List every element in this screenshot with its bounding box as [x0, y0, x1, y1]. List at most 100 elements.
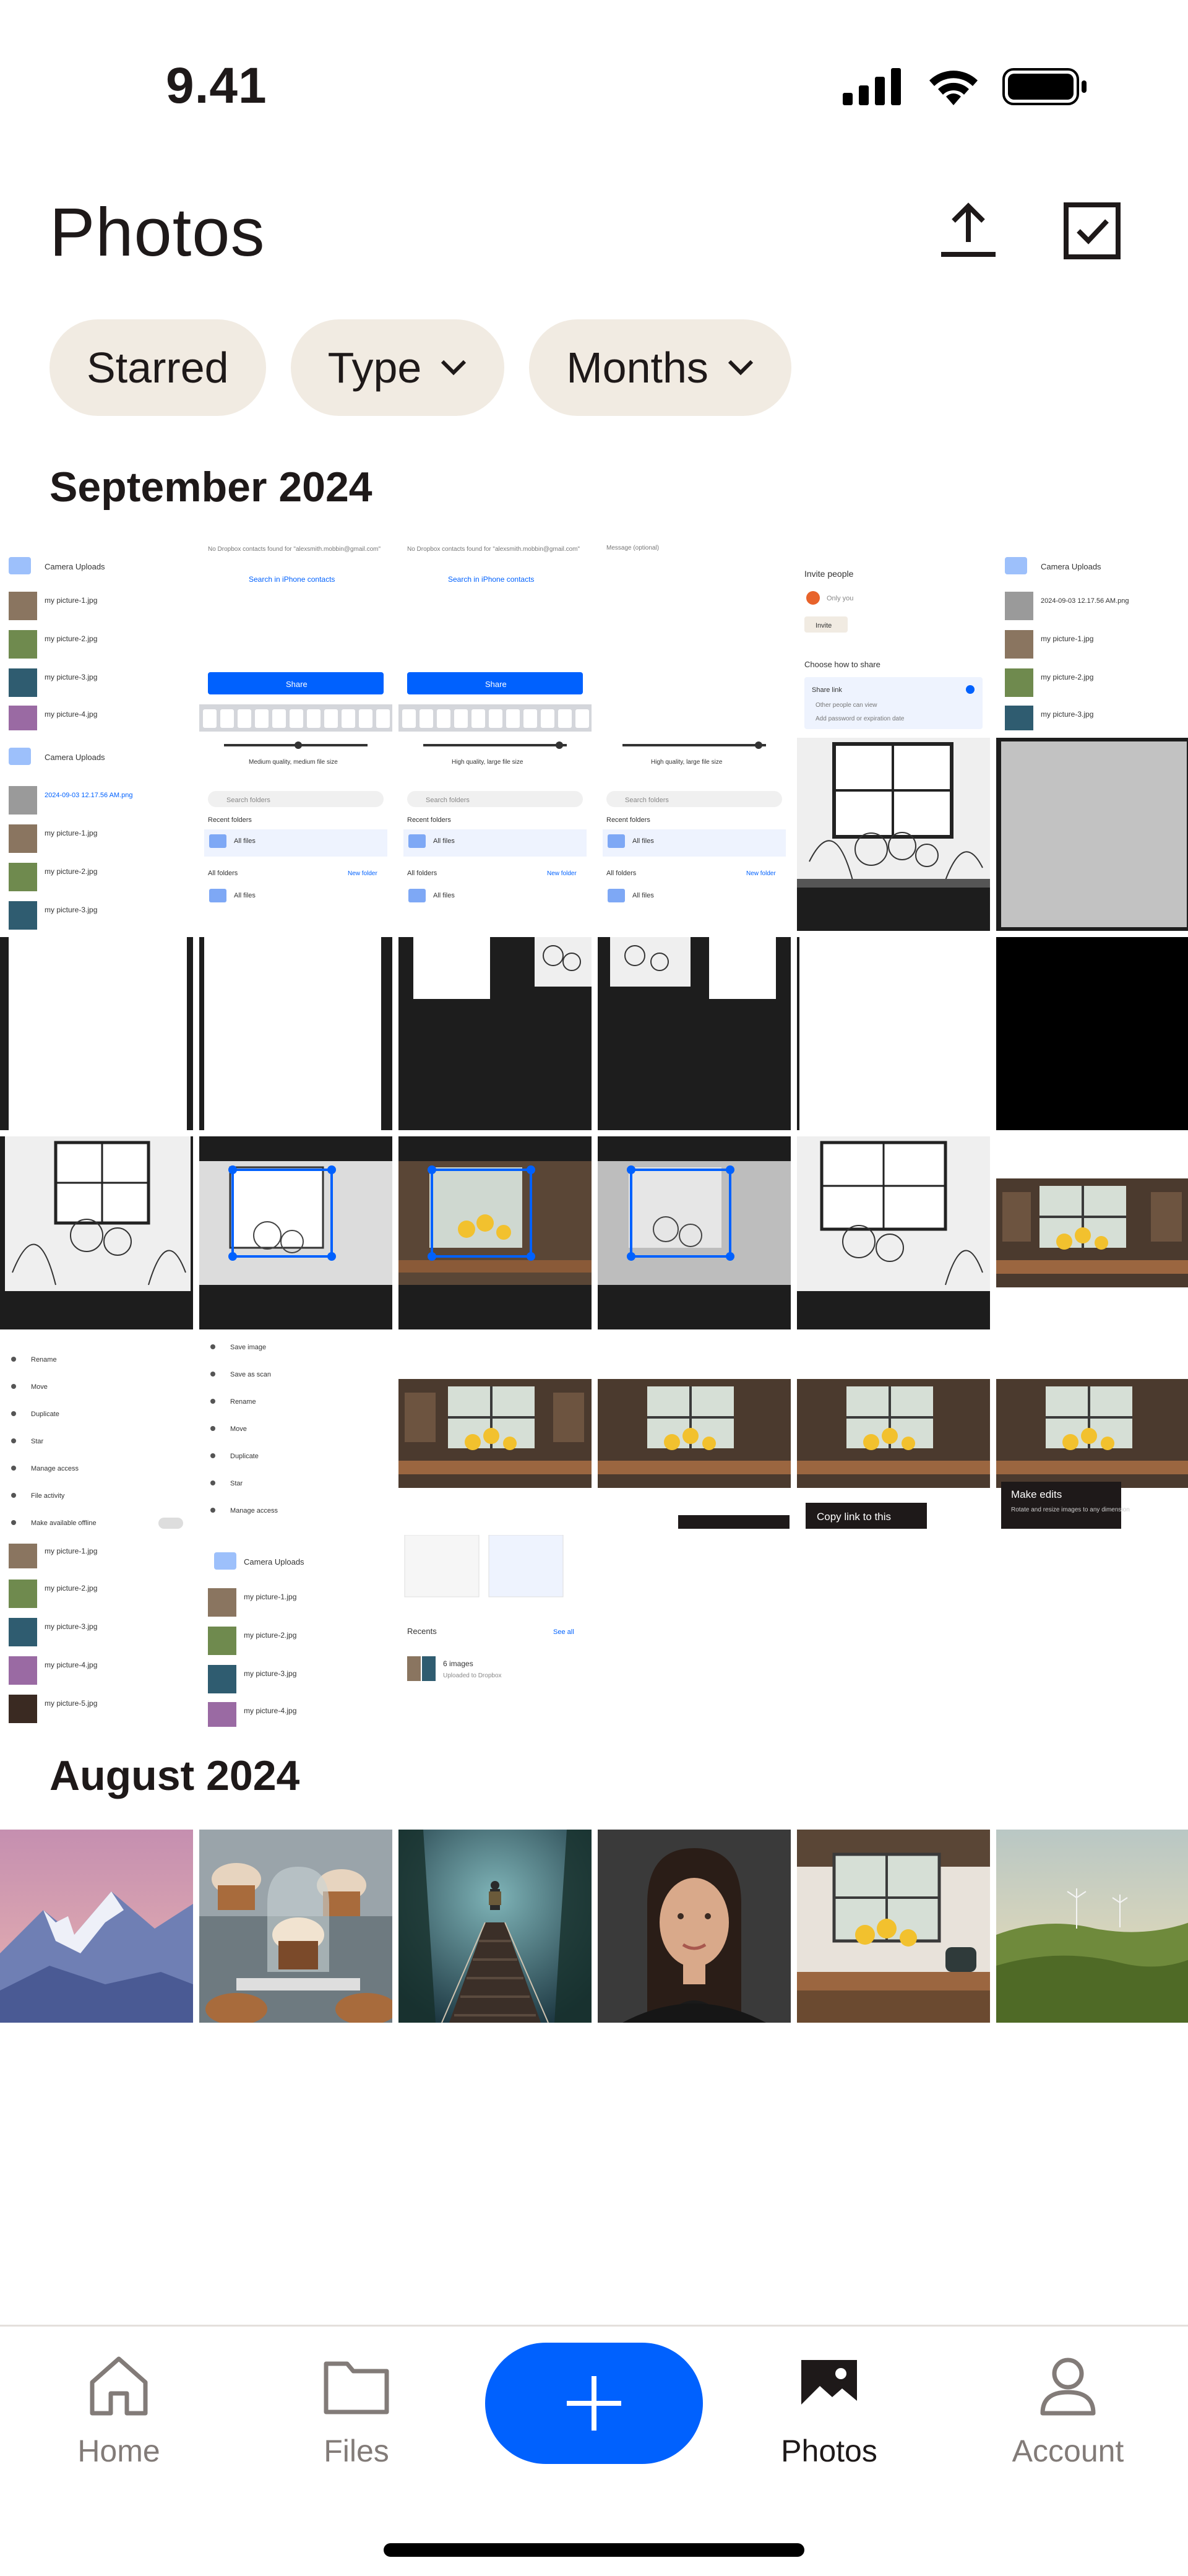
- photo-thumbnail[interactable]: [598, 1830, 791, 2023]
- photo-thumbnail[interactable]: Make edits Rotate and resize images to a…: [996, 1336, 1188, 1529]
- battery-icon: [1002, 68, 1087, 105]
- svg-text:my picture-4.jpg: my picture-4.jpg: [45, 1661, 97, 1669]
- photo-thumbnail[interactable]: High quality, large file size Search fol…: [398, 738, 592, 931]
- photo-thumbnail[interactable]: [0, 1136, 193, 1329]
- page-title: Photos: [50, 194, 265, 270]
- svg-text:Camera Uploads: Camera Uploads: [1041, 562, 1101, 571]
- photo-thumbnail[interactable]: Invite people Only you Invite Choose how…: [797, 538, 990, 732]
- nav-account[interactable]: Account: [994, 2351, 1142, 2469]
- photo-thumbnail[interactable]: [398, 1336, 592, 1529]
- photo-thumbnail[interactable]: Camera Uploads my picture-1.jpg my pictu…: [199, 1535, 392, 1728]
- bottom-navigation: Home Files Photos Account: [0, 2325, 1188, 2576]
- nav-account-label: Account: [1012, 2434, 1124, 2468]
- nav-home[interactable]: Home: [45, 2351, 193, 2469]
- svg-text:my picture-1.jpg: my picture-1.jpg: [1041, 634, 1093, 643]
- crop-color-image: [398, 1136, 592, 1329]
- svg-text:Search folders: Search folders: [426, 797, 470, 804]
- svg-text:my picture-2.jpg: my picture-2.jpg: [45, 1584, 97, 1593]
- filter-months[interactable]: Months: [529, 319, 791, 416]
- photo-thumbnail[interactable]: Copy link to this: [797, 1336, 990, 1529]
- nav-files[interactable]: Files: [282, 2351, 431, 2469]
- svg-text:All files: All files: [433, 837, 455, 845]
- select-button[interactable]: [1058, 197, 1126, 265]
- screenshot-invite: Invite people Only you Invite Choose how…: [797, 538, 990, 732]
- photo-thumbnail[interactable]: Medium quality, medium file size Search …: [199, 738, 392, 931]
- create-button[interactable]: [485, 2343, 703, 2464]
- home-icon: [90, 2356, 148, 2416]
- photo-thumbnail[interactable]: [797, 738, 990, 931]
- photo-thumbnail[interactable]: [398, 1830, 592, 2023]
- svg-text:my picture-3.jpg: my picture-3.jpg: [45, 1622, 97, 1631]
- svg-text:Search folders: Search folders: [625, 797, 669, 804]
- photo-thumbnail[interactable]: [199, 937, 392, 1130]
- screenshot-folders: High quality, large file size Search fol…: [398, 738, 592, 931]
- photo-thumbnail[interactable]: my picture-1.jpg my picture-2.jpg my pic…: [0, 1535, 193, 1728]
- svg-text:Duplicate: Duplicate: [31, 1411, 59, 1418]
- plus-icon: [567, 2376, 621, 2431]
- photo-thumbnail[interactable]: Camera Uploads 2024-09-03 12.17.56 AM.pn…: [996, 538, 1188, 732]
- screenshot-file-list: Camera Uploads my picture-1.jpg my pictu…: [199, 1535, 392, 1728]
- filter-chips: Starred Type Months: [50, 319, 791, 416]
- photo-thumbnail[interactable]: Recents See all 6 images Uploaded to Dro…: [398, 1535, 592, 1728]
- nav-photos[interactable]: Photos: [755, 2351, 903, 2469]
- photo-thumbnail[interactable]: [598, 1136, 791, 1329]
- photo-thumbnail[interactable]: [199, 1136, 392, 1329]
- bridge-hiker-photo: [398, 1830, 592, 2023]
- photo-thumbnail[interactable]: Camera Uploads 2024-09-03 12.17.56 AM.pn…: [0, 738, 193, 931]
- photo-thumbnail[interactable]: No Dropbox contacts found for "alexsmith…: [199, 538, 392, 732]
- person-icon: [1040, 2358, 1096, 2416]
- screenshot-folders: High quality, large file size Search fol…: [598, 738, 791, 931]
- kitchen-photo: [598, 1336, 791, 1529]
- photo-thumbnail[interactable]: [0, 1830, 193, 2023]
- cellular-signal-icon: [843, 68, 901, 105]
- photo-thumbnail[interactable]: [996, 738, 1188, 931]
- photo-thumbnail[interactable]: Message (optional): [598, 538, 791, 732]
- photo-thumbnail[interactable]: Rename Move Duplicate Star Manage access…: [0, 1336, 193, 1529]
- photo-thumbnail[interactable]: Camera Uploads my picture-1.jpg my pictu…: [0, 538, 193, 732]
- photo-thumbnail[interactable]: [398, 1136, 592, 1329]
- svg-text:Manage access: Manage access: [31, 1465, 79, 1472]
- svg-text:Recent folders: Recent folders: [606, 816, 650, 824]
- svg-text:Share: Share: [485, 680, 507, 689]
- folder-icon: [324, 2361, 389, 2414]
- photo-thumbnail[interactable]: [996, 1136, 1188, 1329]
- svg-text:Camera Uploads: Camera Uploads: [45, 753, 105, 762]
- svg-text:Camera Uploads: Camera Uploads: [244, 1557, 304, 1567]
- photo-thumbnail[interactable]: No Dropbox contacts found for "alexsmith…: [398, 538, 592, 732]
- kitchen-photo: [996, 1136, 1188, 1329]
- photo-thumbnail[interactable]: [797, 937, 990, 1130]
- svg-text:2024-09-03 12.17.56 AM.png: 2024-09-03 12.17.56 AM.png: [1041, 597, 1129, 605]
- svg-text:Save as scan: Save as scan: [230, 1371, 271, 1378]
- svg-text:Copy link to this: Copy link to this: [817, 1511, 891, 1523]
- svg-text:All folders: All folders: [407, 870, 437, 877]
- svg-text:Search in iPhone contacts: Search in iPhone contacts: [249, 575, 335, 584]
- svg-text:High quality, large file size: High quality, large file size: [651, 759, 723, 766]
- photo-thumbnail[interactable]: Save image Save as scan Rename Move Dupl…: [199, 1336, 392, 1529]
- photo-thumbnail[interactable]: [398, 937, 592, 1130]
- photo-thumbnail[interactable]: [996, 937, 1188, 1130]
- upload-button[interactable]: [934, 197, 1002, 265]
- screenshot-file-list: Camera Uploads 2024-09-03 12.17.56 AM.pn…: [0, 738, 193, 931]
- photo-thumbnail[interactable]: [598, 937, 791, 1130]
- svg-text:my picture-4.jpg: my picture-4.jpg: [244, 1706, 296, 1715]
- svg-text:Manage access: Manage access: [230, 1507, 278, 1515]
- white-image: [0, 937, 193, 1130]
- photo-thumbnail[interactable]: [0, 937, 193, 1130]
- svg-text:New folder: New folder: [746, 870, 776, 877]
- svg-text:6 images: 6 images: [443, 1659, 473, 1668]
- photo-thumbnail[interactable]: [199, 1830, 392, 2023]
- filter-starred[interactable]: Starred: [50, 319, 266, 416]
- svg-text:Other people can view: Other people can view: [816, 702, 877, 709]
- photo-thumbnail[interactable]: [797, 1830, 990, 2023]
- black-image: [996, 937, 1188, 1130]
- photo-thumbnail[interactable]: [996, 1830, 1188, 2023]
- photo-thumbnail[interactable]: [797, 1136, 990, 1329]
- svg-text:All files: All files: [433, 892, 455, 899]
- kitchen-photo: [797, 1830, 990, 2023]
- svg-text:Invite people: Invite people: [804, 569, 854, 579]
- photo-thumbnail[interactable]: [598, 1336, 791, 1529]
- upload-icon: [941, 202, 996, 257]
- svg-text:All files: All files: [234, 837, 256, 845]
- photo-thumbnail[interactable]: High quality, large file size Search fol…: [598, 738, 791, 931]
- filter-type[interactable]: Type: [290, 319, 505, 416]
